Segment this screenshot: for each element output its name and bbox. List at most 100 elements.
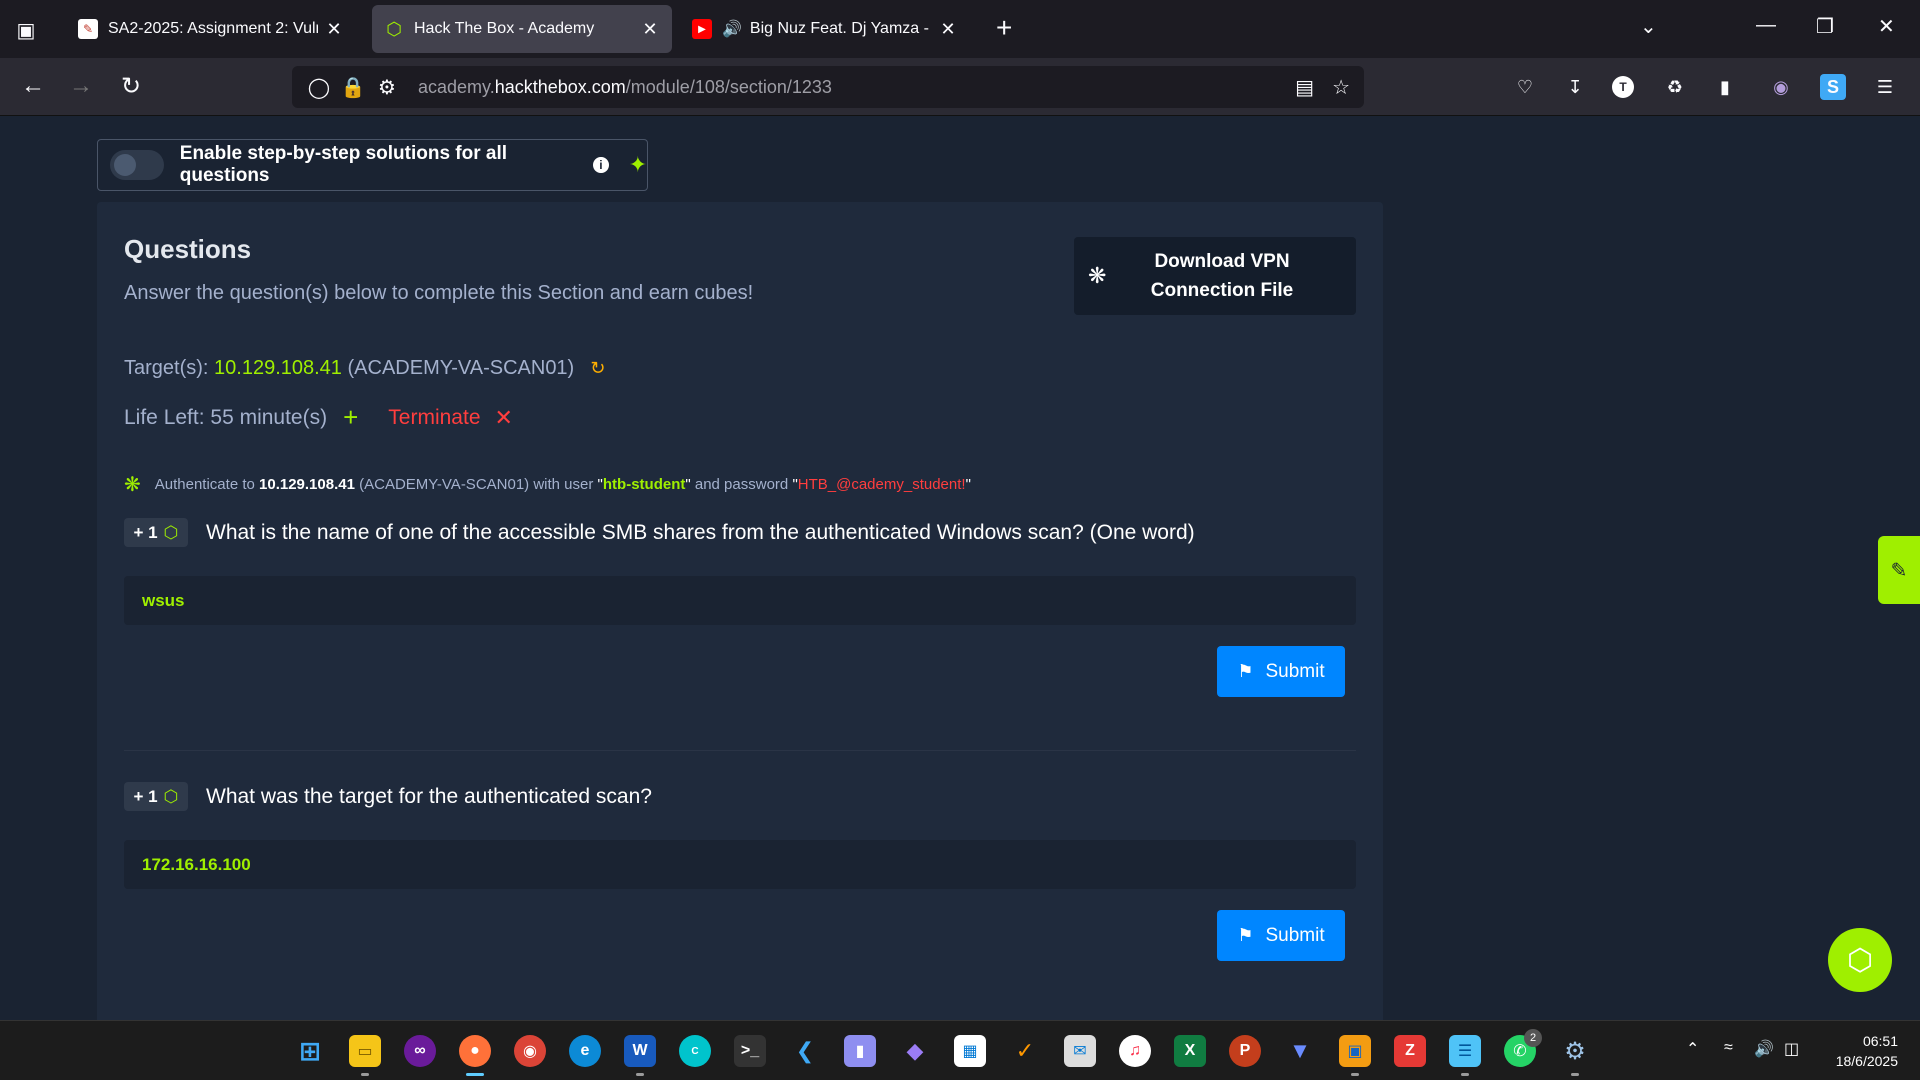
questions-panel: Questions Answer the question(s) below t… [97,202,1383,1020]
target-name: (ACADEMY-VA-SCAN01) [347,357,575,379]
tab-title: Hack The Box - Academy [414,20,595,37]
proton-vpn-icon[interactable]: ▼ [1284,1035,1316,1067]
submit-button[interactable]: ⚑ Submit [1217,910,1345,961]
extend-life-button[interactable]: + [343,402,358,433]
app-mask-icon[interactable]: ∞ [404,1035,436,1067]
volume-icon[interactable]: 🔊 [1754,1039,1774,1059]
auth-instructions: ❋ Authenticate to 10.129.108.41 (ACADEMY… [124,474,971,496]
windows-start-icon[interactable]: ⊞ [294,1035,326,1067]
tab-list-icon[interactable]: ▣ [12,16,40,44]
tab-sa2-assignment[interactable]: ✎ SA2-2025: Assignment 2: Vulnera ✕ [66,5,356,53]
downloads-icon[interactable]: ↧ [1562,74,1588,100]
extension-purple-icon[interactable]: ◉ [1768,74,1794,100]
zotero-icon[interactable]: Z [1394,1035,1426,1067]
cube-reward-badge: + 1 ⬡ [124,782,188,811]
mail-icon[interactable]: ✉ [1064,1035,1096,1067]
question-2: + 1 ⬡ What was the target for the authent… [124,782,652,811]
reset-target-icon[interactable]: ↻ [590,358,605,379]
microsoft-store-icon[interactable]: ▦ [954,1035,986,1067]
extension-s-icon[interactable]: S [1820,74,1846,100]
info-icon[interactable]: i [593,157,609,173]
list-all-tabs-chevron-icon[interactable]: ⌄ [1640,14,1657,39]
itunes-music-icon[interactable]: ♫ [1119,1035,1151,1067]
close-tab-icon[interactable]: ✕ [938,19,958,40]
settings-gear-icon[interactable]: ⚙ [1559,1035,1591,1067]
question-text: What is the name of one of the accessibl… [206,520,1195,544]
close-tab-icon[interactable]: ✕ [640,19,660,40]
answer-input[interactable]: 172.16.16.100 [124,840,1356,889]
notepad-icon[interactable]: ☰ [1449,1035,1481,1067]
hamburger-menu-icon[interactable]: ☰ [1872,74,1898,100]
running-indicator [1571,1073,1579,1076]
htb-cube-fab-button[interactable]: ⬡ [1828,928,1892,992]
back-arrow-icon[interactable]: ← [18,72,48,100]
reload-icon[interactable]: ↻ [116,72,146,101]
obsidian-icon[interactable]: ◆ [899,1035,931,1067]
terminal-icon[interactable]: >_ [734,1035,766,1067]
download-vpn-button[interactable]: ❋ Download VPN Connection File [1074,237,1356,315]
new-tab-button[interactable]: + [996,14,1012,42]
submit-button[interactable]: ⚑ Submit [1217,646,1345,697]
address-bar[interactable]: ◯ 🔒 ⚙ academy.hackthebox.com/module/108/… [292,66,1364,108]
canva-icon[interactable]: C [679,1035,711,1067]
target-label: Target(s): [124,357,209,379]
question-text: What was the target for the authenticate… [206,784,652,808]
tab-title: Big Nuz Feat. Dj Yamza - Ng [749,20,932,37]
chrome-icon[interactable]: ◉ [514,1035,546,1067]
switch-knob [114,154,136,176]
account-avatar-icon[interactable]: T [1612,76,1634,98]
life-left-line: Life Left: 55 minute(s) + Terminate ✕ [124,402,513,433]
url-text[interactable]: academy.hackthebox.com/module/108/sectio… [418,77,832,98]
file-explorer-icon[interactable]: ▭ [349,1035,381,1067]
cube-icon: ⬡ [163,522,179,542]
answer-input[interactable]: wsus [124,576,1356,625]
sparkle-icon: ✦ [628,152,647,177]
browser-nav-bar: ← → ↻ ◯ 🔒 ⚙ academy.hackthebox.com/modul… [0,58,1920,116]
minimize-window-icon[interactable]: — [1756,14,1776,37]
virtualbox-icon[interactable]: ▣ [1339,1035,1371,1067]
step-by-step-toggle-box: Enable step-by-step solutions for all qu… [97,139,648,191]
battery-icon[interactable]: ◫ [1784,1039,1799,1059]
clock-date: 18/6/2025 [1835,1053,1898,1069]
powerpoint-icon[interactable]: P [1229,1035,1261,1067]
toggle-label: Enable step-by-step solutions for all qu… [179,143,508,186]
excel-icon[interactable]: X [1174,1035,1206,1067]
lock-icon[interactable]: 🔒 [340,75,366,100]
forward-arrow-icon[interactable]: → [66,72,96,100]
tracking-shield-icon[interactable]: ◯ [306,75,332,100]
site-permissions-icon[interactable]: ⚙ [374,75,400,100]
cube-icon: ⬡ [1846,943,1874,977]
browser-tab-bar: ▣ ✎ SA2-2025: Assignment 2: Vulnera ✕ ⬡ … [0,0,1920,58]
todo-check-icon[interactable]: ✓ [1009,1035,1041,1067]
terminate-x-icon[interactable]: ✕ [495,405,513,431]
system-clock[interactable]: 06:51 18/6/2025 [1818,1031,1898,1071]
restore-window-icon[interactable]: ❐ [1816,14,1834,39]
step-by-step-switch[interactable] [110,150,164,180]
flag-icon: ⚑ [1237,661,1254,681]
notes-pencil-tab[interactable]: ✎ [1878,536,1920,604]
pocket-icon[interactable]: ♡ [1512,74,1538,100]
edge-icon[interactable]: e [569,1035,601,1067]
notepad-purple-icon[interactable]: ▮ [844,1035,876,1067]
divider [124,750,1356,751]
tab-youtube-music[interactable]: ▶ 🔊 Big Nuz Feat. Dj Yamza - Ng ✕ [680,5,970,53]
document-icon[interactable]: ▮ [1712,74,1738,100]
target-ip: 10.129.108.41 [214,357,342,379]
speaker-icon[interactable]: 🔊 [722,19,742,39]
network-nodes-icon: ❋ [1088,263,1107,288]
vscode-icon[interactable]: ❮ [789,1035,821,1067]
reader-view-icon[interactable]: ▤ [1295,75,1314,100]
running-indicator [1461,1073,1469,1076]
show-hidden-icons-chevron[interactable]: ⌃ [1686,1039,1699,1059]
network-nodes-icon: ❋ [124,474,141,496]
close-tab-icon[interactable]: ✕ [324,19,344,40]
bookmark-star-icon[interactable]: ☆ [1332,75,1350,100]
wifi-icon[interactable]: ≈ [1724,1039,1733,1057]
tab-hack-the-box[interactable]: ⬡ Hack The Box - Academy ✕ [372,5,672,53]
extensions-puzzle-icon[interactable]: ♻ [1662,74,1688,100]
question-1: + 1 ⬡ What is the name of one of the acce… [124,518,1195,547]
terminate-button[interactable]: Terminate [388,406,480,430]
close-window-icon[interactable]: ✕ [1878,14,1895,39]
word-icon[interactable]: W [624,1035,656,1067]
firefox-icon[interactable]: ● [459,1035,491,1067]
